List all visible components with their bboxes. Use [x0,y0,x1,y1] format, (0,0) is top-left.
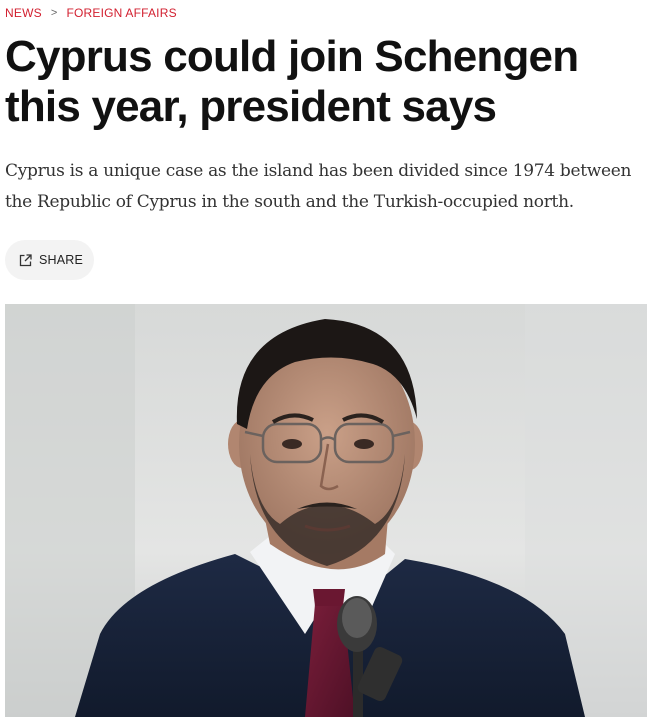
breadcrumb-foreign-affairs-link[interactable]: FOREIGN AFFAIRS [66,6,176,20]
breadcrumb-news-link[interactable]: NEWS [5,6,42,20]
article-headline: Cyprus could join Schengen this year, pr… [5,32,579,131]
share-button[interactable]: SHARE [5,240,94,280]
share-button-label: SHARE [39,253,84,267]
share-external-icon [19,253,32,267]
article-hero-photo [5,304,647,717]
article-dek: Cyprus is a unique case as the island ha… [5,161,632,212]
breadcrumb-separator-icon: > [50,7,58,19]
breadcrumb: NEWS > FOREIGN AFFAIRS [5,6,177,20]
